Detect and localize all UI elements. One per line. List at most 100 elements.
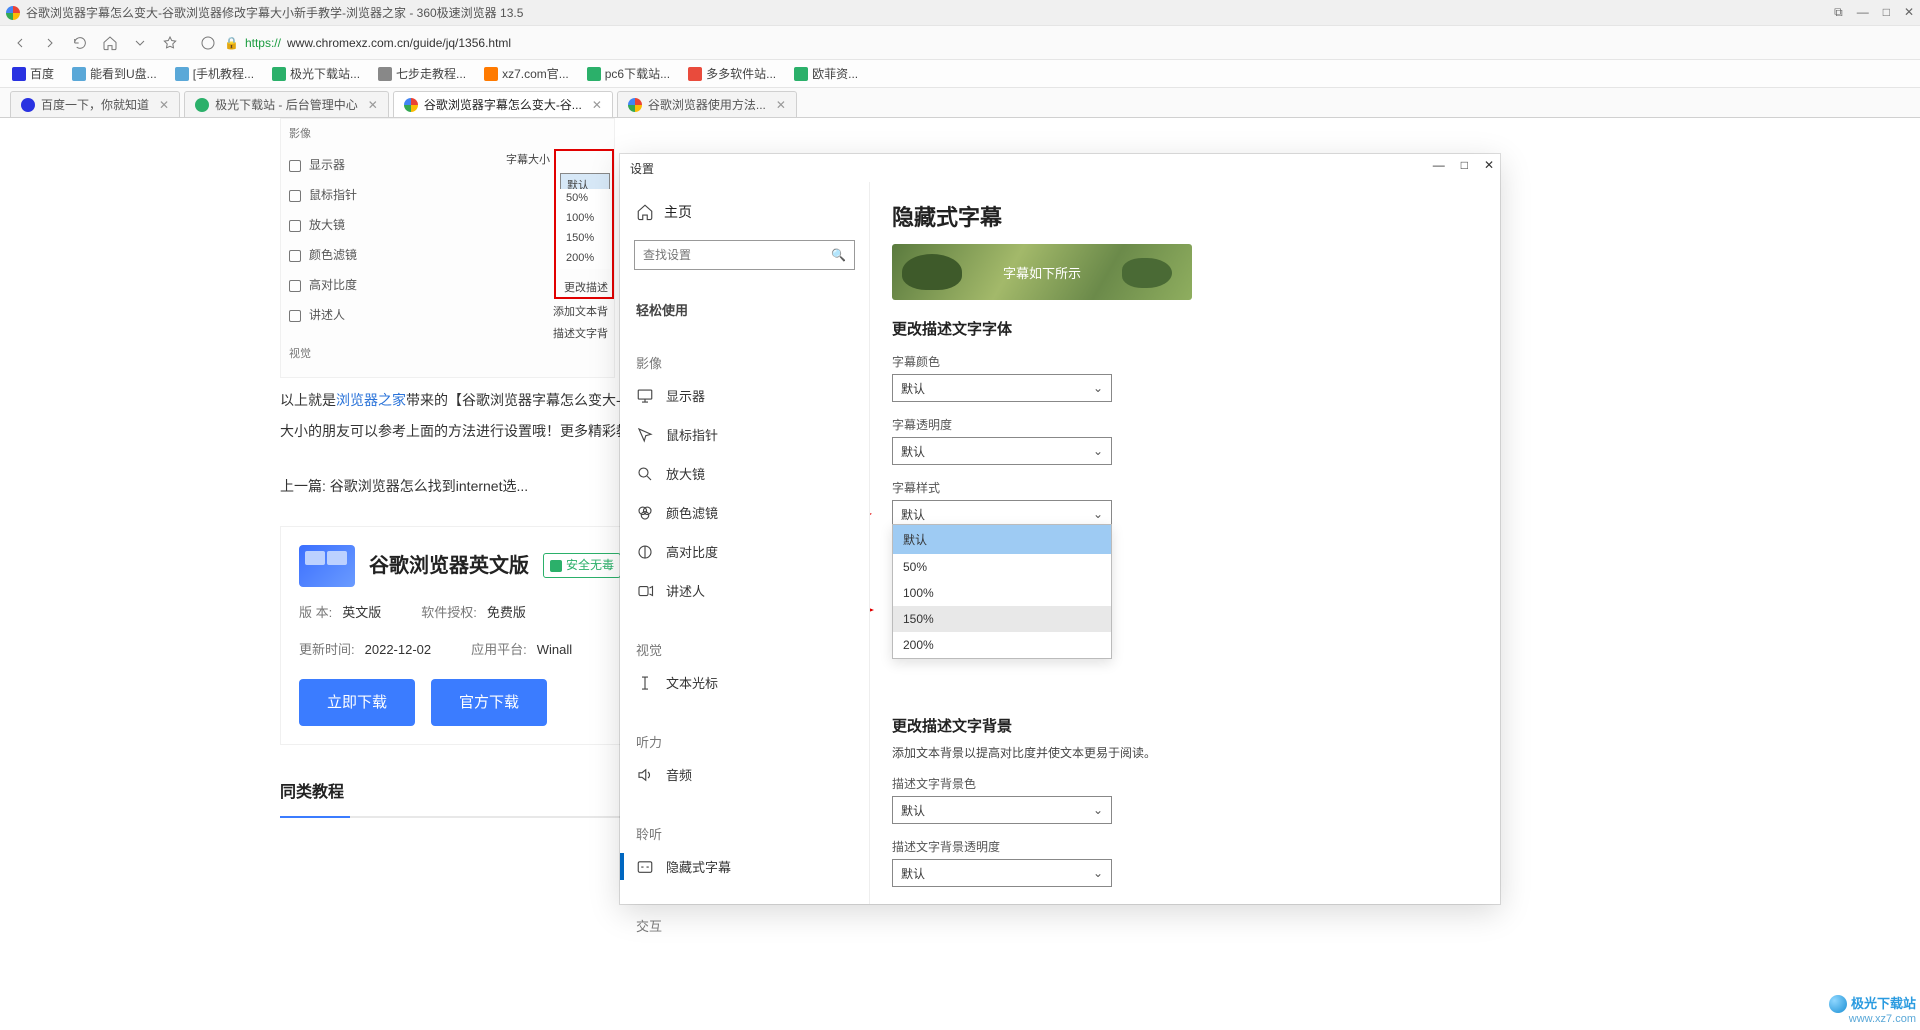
- sidebar-item-magnifier[interactable]: 放大镜: [620, 454, 869, 493]
- meta-label: 更新时间:: [299, 642, 355, 657]
- img-side-colorfilter: 颜色滤镜: [289, 245, 357, 267]
- settings-minimize-button[interactable]: —: [1433, 158, 1445, 172]
- sidebar-group-listen: 聆听: [620, 814, 869, 847]
- back-button[interactable]: [10, 33, 30, 53]
- sidebar-item-contrast[interactable]: 高对比度: [620, 532, 869, 571]
- reload-button[interactable]: [70, 33, 90, 53]
- caption-bgopacity-select[interactable]: 默认 ⌄: [892, 859, 1112, 887]
- maximize-button[interactable]: □: [1883, 5, 1890, 20]
- pointer-icon: [289, 190, 301, 202]
- tab-close-icon[interactable]: ✕: [776, 98, 786, 112]
- caption-preview: 字幕如下所示: [892, 244, 1192, 300]
- close-button[interactable]: ✕: [1904, 5, 1914, 20]
- img-side-contrast: 高对比度: [289, 275, 357, 297]
- img-side-magnifier: 放大镜: [289, 215, 345, 237]
- sidebar-item-colorfilter[interactable]: 颜色滤镜: [620, 493, 869, 532]
- bookmark-item[interactable]: 百度: [12, 65, 54, 82]
- article-link[interactable]: 浏览器之家: [336, 392, 406, 408]
- select-value: 默认: [901, 865, 925, 882]
- download-now-button[interactable]: 立即下载: [299, 679, 415, 726]
- sidebar-item-captions[interactable]: 隐藏式字幕: [620, 847, 869, 886]
- caption-size-dropdown: 默认 50% 100% 150% 200%: [892, 524, 1112, 659]
- bookmark-item[interactable]: 多多软件站...: [688, 65, 776, 82]
- settings-close-button[interactable]: ✕: [1484, 158, 1494, 172]
- sidebar-group-interact: 交互: [620, 906, 869, 939]
- bookmark-item[interactable]: [手机教程...: [175, 65, 254, 82]
- forward-button[interactable]: [40, 33, 60, 53]
- minimize-button[interactable]: —: [1857, 5, 1869, 20]
- sidebar-group-image: 影像: [620, 343, 869, 376]
- contrast-icon: [289, 280, 301, 292]
- chevron-down-icon: ⌄: [1093, 507, 1103, 521]
- dropdown-button[interactable]: [130, 33, 150, 53]
- site-info-icon[interactable]: [198, 33, 218, 53]
- search-input[interactable]: [643, 248, 846, 262]
- bookmark-label: 七步走教程...: [396, 65, 466, 82]
- caption-bgcolor-select[interactable]: 默认⌄: [892, 796, 1112, 824]
- settings-search[interactable]: 🔍: [634, 240, 855, 270]
- tab-favicon-icon: [21, 98, 35, 112]
- annotation-arrow-icon: [870, 602, 880, 621]
- app-icon: [299, 545, 355, 587]
- tab-close-icon[interactable]: ✕: [159, 98, 169, 112]
- caption-color-select[interactable]: 默认⌄: [892, 374, 1112, 402]
- tab-usage[interactable]: 谷歌浏览器使用方法...✕: [617, 91, 797, 117]
- bookmark-item[interactable]: xz7.com官...: [484, 65, 569, 82]
- bookmark-label: 百度: [30, 65, 54, 82]
- tab-close-icon[interactable]: ✕: [592, 98, 602, 112]
- browser-toolbar: 🔒 https://www.chromexz.com.cn/guide/jq/1…: [0, 26, 1920, 60]
- dropdown-option-default[interactable]: 默认: [893, 525, 1111, 554]
- home-button[interactable]: [100, 33, 120, 53]
- tab-strip: 百度一下，你就知道✕ 极光下载站 - 后台管理中心✕ 谷歌浏览器字幕怎么变大-谷…: [0, 88, 1920, 118]
- safety-badge: 安全无毒: [543, 553, 621, 579]
- bookmark-item[interactable]: 极光下载站...: [272, 65, 360, 82]
- article-screenshot: 影像 显示器 鼠标指针 放大镜 颜色滤镜 高对比度 讲述人 视觉 字幕大小 默认…: [280, 118, 615, 378]
- bookmark-label: pc6下载站...: [605, 65, 670, 82]
- address-bar[interactable]: 🔒 https://www.chromexz.com.cn/guide/jq/1…: [190, 30, 710, 56]
- bookmark-icon: [175, 67, 189, 81]
- img-opt: 50%: [560, 189, 610, 209]
- tab-admin[interactable]: 极光下载站 - 后台管理中心✕: [184, 91, 389, 117]
- ext-icon[interactable]: ⧉: [1834, 5, 1843, 20]
- section-description: 添加文本背景以提高对比度并使文本更易于阅读。: [892, 744, 1478, 761]
- sidebar-label: 鼠标指针: [666, 425, 718, 444]
- sidebar-item-narrator[interactable]: 讲述人: [620, 571, 869, 610]
- dropdown-option-100[interactable]: 100%: [893, 580, 1111, 606]
- bookmark-item[interactable]: pc6下载站...: [587, 65, 670, 82]
- settings-window-buttons: — □ ✕: [1433, 158, 1494, 172]
- narrator-icon: [289, 310, 301, 322]
- bookmark-label: 欧菲资...: [812, 65, 858, 82]
- sidebar-label: 隐藏式字幕: [666, 857, 731, 876]
- sidebar-item-display[interactable]: 显示器: [620, 376, 869, 415]
- settings-maximize-button[interactable]: □: [1461, 158, 1468, 172]
- bookmark-item[interactable]: 欧菲资...: [794, 65, 858, 82]
- img-below: 更改描述: [564, 279, 608, 299]
- dropdown-option-150[interactable]: 150%: [893, 606, 1111, 632]
- sidebar-item-textcursor[interactable]: 文本光标: [620, 663, 869, 702]
- img-below: 描述文字背: [553, 325, 608, 345]
- dropdown-option-50[interactable]: 50%: [893, 554, 1111, 580]
- sidebar-item-pointer[interactable]: 鼠标指针: [620, 415, 869, 454]
- meta-value: Winall: [537, 642, 572, 657]
- bookmark-label: 极光下载站...: [290, 65, 360, 82]
- bookmark-item[interactable]: 能看到U盘...: [72, 65, 157, 82]
- official-download-button[interactable]: 官方下载: [431, 679, 547, 726]
- tab-article[interactable]: 谷歌浏览器字幕怎么变大-谷... ✕: [393, 91, 613, 117]
- tab-close-icon[interactable]: ✕: [368, 98, 378, 112]
- meta-label: 应用平台:: [471, 642, 527, 657]
- star-button[interactable]: [160, 33, 180, 53]
- tab-label: 谷歌浏览器字幕怎么变大-谷...: [424, 96, 582, 113]
- bookmark-item[interactable]: 七步走教程...: [378, 65, 466, 82]
- bookmark-icon: [378, 67, 392, 81]
- sidebar-item-audio[interactable]: 音频: [620, 755, 869, 794]
- chevron-down-icon: ⌄: [1093, 866, 1103, 880]
- sidebar-label: 放大镜: [666, 464, 705, 483]
- field-label: 描述文字背景色: [892, 775, 1478, 792]
- settings-title: 设置: [620, 154, 1500, 182]
- dropdown-option-200[interactable]: 200%: [893, 632, 1111, 658]
- card-title: 谷歌浏览器英文版: [369, 548, 529, 584]
- sidebar-home[interactable]: 主页: [620, 192, 869, 232]
- tab-baidu[interactable]: 百度一下，你就知道✕: [10, 91, 180, 117]
- bookmark-label: 能看到U盘...: [90, 65, 157, 82]
- caption-opacity-select[interactable]: 默认⌄: [892, 437, 1112, 465]
